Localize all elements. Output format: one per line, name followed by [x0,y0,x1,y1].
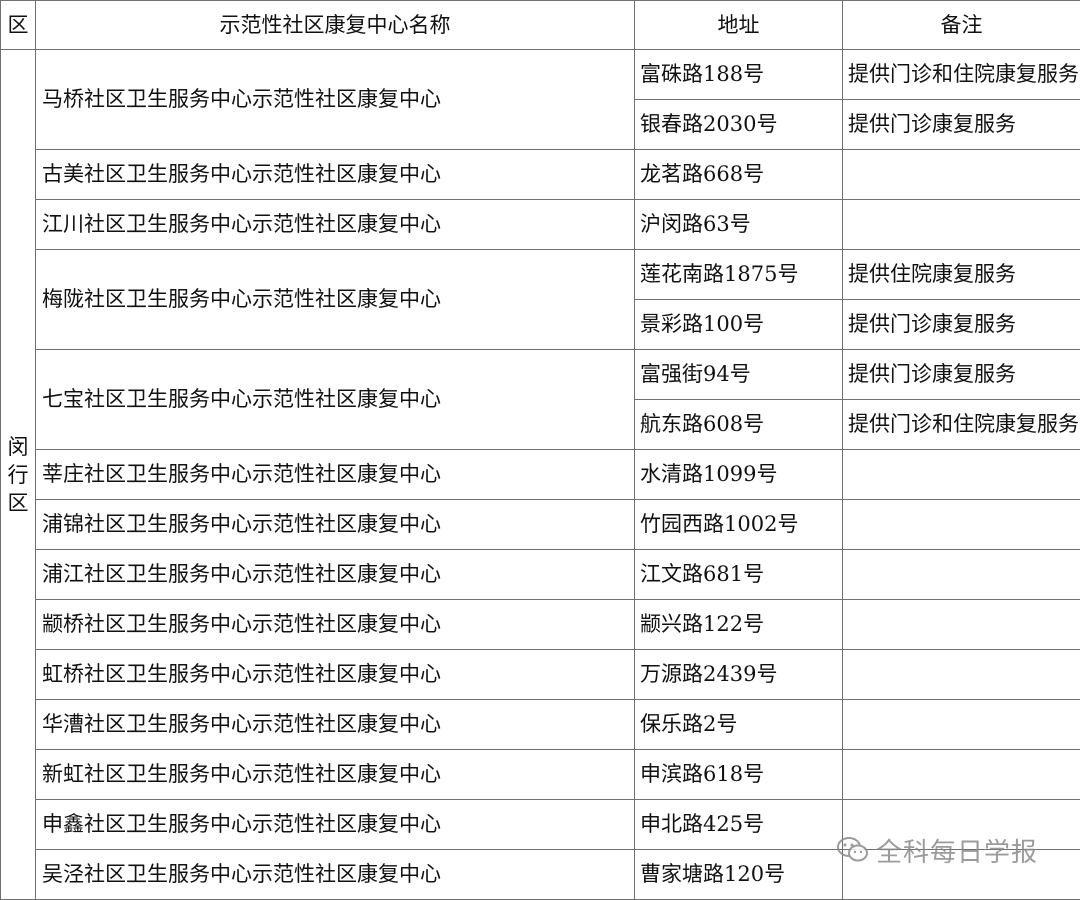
watermark-text: 全科每日学报 [876,832,1038,869]
center-name: 梅陇社区卫生服务中心示范性社区康复中心 [36,250,635,350]
center-note: 提供门诊康复服务 [843,300,1080,350]
wechat-icon [836,835,870,865]
center-note [843,150,1080,200]
center-address: 万源路2439号 [635,650,843,700]
table-row: 江川社区卫生服务中心示范性社区康复中心沪闵路63号 [1,200,1080,250]
center-address: 莲花南路1875号 [635,250,843,300]
center-name: 华漕社区卫生服务中心示范性社区康复中心 [36,700,635,750]
header-center-name: 示范性社区康复中心名称 [36,1,635,50]
center-note [843,600,1080,650]
center-note [843,500,1080,550]
center-address: 申滨路618号 [635,750,843,800]
center-note [843,550,1080,600]
district-cell: 闵行区 [1,50,36,900]
center-note: 提供门诊康复服务 [843,350,1080,400]
table-row: 莘庄社区卫生服务中心示范性社区康复中心水清路1099号 [1,450,1080,500]
district-label: 闵行区 [7,433,29,517]
table-row: 七宝社区卫生服务中心示范性社区康复中心富强街94号提供门诊康复服务 [1,350,1080,400]
center-note: 提供门诊和住院康复服务 [843,400,1080,450]
center-name: 吴泾社区卫生服务中心示范性社区康复中心 [36,850,635,900]
center-note: 提供门诊康复服务 [843,100,1080,150]
header-address: 地址 [635,1,843,50]
center-note: 提供门诊和住院康复服务 [843,50,1080,100]
center-name: 莘庄社区卫生服务中心示范性社区康复中心 [36,450,635,500]
header-note: 备注 [843,1,1080,50]
table-row: 梅陇社区卫生服务中心示范性社区康复中心莲花南路1875号提供住院康复服务 [1,250,1080,300]
rehab-center-table: 区 示范性社区康复中心名称 地址 备注 闵行区马桥社区卫生服务中心示范性社区康复… [0,0,1080,900]
table-row: 浦锦社区卫生服务中心示范性社区康复中心竹园西路1002号 [1,500,1080,550]
header-district: 区 [1,1,36,50]
center-name: 浦江社区卫生服务中心示范性社区康复中心 [36,550,635,600]
table-row: 虹桥社区卫生服务中心示范性社区康复中心万源路2439号 [1,650,1080,700]
table-row: 颛桥社区卫生服务中心示范性社区康复中心颛兴路122号 [1,600,1080,650]
center-address: 保乐路2号 [635,700,843,750]
center-name: 颛桥社区卫生服务中心示范性社区康复中心 [36,600,635,650]
center-name: 七宝社区卫生服务中心示范性社区康复中心 [36,350,635,450]
center-name: 申鑫社区卫生服务中心示范性社区康复中心 [36,800,635,850]
center-address: 龙茗路668号 [635,150,843,200]
center-note [843,750,1080,800]
center-note [843,450,1080,500]
table-row: 古美社区卫生服务中心示范性社区康复中心龙茗路668号 [1,150,1080,200]
center-address: 航东路608号 [635,400,843,450]
center-note [843,200,1080,250]
center-note [843,650,1080,700]
center-address: 江文路681号 [635,550,843,600]
center-address: 申北路425号 [635,800,843,850]
header-row: 区 示范性社区康复中心名称 地址 备注 [1,1,1080,50]
table-row: 浦江社区卫生服务中心示范性社区康复中心江文路681号 [1,550,1080,600]
table-body: 闵行区马桥社区卫生服务中心示范性社区康复中心富硃路188号提供门诊和住院康复服务… [1,50,1080,900]
center-note [843,700,1080,750]
center-address: 水清路1099号 [635,450,843,500]
center-address: 沪闵路63号 [635,200,843,250]
table-row: 新虹社区卫生服务中心示范性社区康复中心申滨路618号 [1,750,1080,800]
table-row: 华漕社区卫生服务中心示范性社区康复中心保乐路2号 [1,700,1080,750]
center-name: 新虹社区卫生服务中心示范性社区康复中心 [36,750,635,800]
center-note: 提供住院康复服务 [843,250,1080,300]
center-name: 虹桥社区卫生服务中心示范性社区康复中心 [36,650,635,700]
center-address: 富强街94号 [635,350,843,400]
center-address: 颛兴路122号 [635,600,843,650]
center-address: 曹家塘路120号 [635,850,843,900]
center-name: 古美社区卫生服务中心示范性社区康复中心 [36,150,635,200]
center-name: 江川社区卫生服务中心示范性社区康复中心 [36,200,635,250]
center-address: 银春路2030号 [635,100,843,150]
center-address: 富硃路188号 [635,50,843,100]
center-address: 竹园西路1002号 [635,500,843,550]
center-name: 马桥社区卫生服务中心示范性社区康复中心 [36,50,635,150]
watermark: 全科每日学报 [836,832,1038,868]
table-row: 闵行区马桥社区卫生服务中心示范性社区康复中心富硃路188号提供门诊和住院康复服务 [1,50,1080,100]
center-address: 景彩路100号 [635,300,843,350]
center-name: 浦锦社区卫生服务中心示范性社区康复中心 [36,500,635,550]
